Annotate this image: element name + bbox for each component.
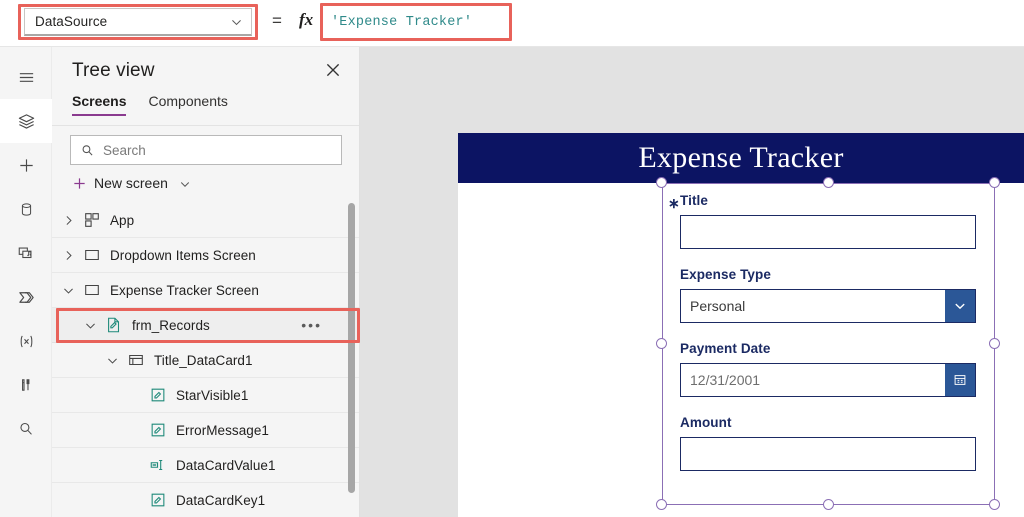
tree-item-label: DataCardValue1	[176, 457, 276, 473]
formula-text: 'Expense Tracker'	[331, 14, 473, 30]
powerapps-studio: DataSource = fx 'Expense Tracker' Tree v…	[0, 0, 1024, 517]
field-input-date[interactable]: 12/31/2001	[680, 363, 976, 397]
close-icon[interactable]	[324, 61, 342, 79]
label-icon	[149, 386, 167, 404]
tree-item-more-options-button[interactable]: •••	[301, 317, 322, 333]
plus-icon[interactable]	[0, 143, 52, 187]
form-field-amount: Amount	[680, 415, 976, 471]
chevron-down-icon[interactable]	[62, 284, 75, 297]
tree-view-tabs: Screens Components	[72, 93, 360, 125]
field-value: Personal	[690, 298, 746, 314]
search-placeholder: Search	[103, 142, 146, 158]
variables-icon[interactable]	[0, 319, 52, 363]
resize-handle-top-left[interactable]	[656, 177, 667, 188]
label-icon	[149, 491, 167, 509]
app-canvas: Expense Tracker Title ∗ Expense Type Person…	[360, 47, 1024, 517]
tree-item-starvisible1[interactable]: StarVisible1	[52, 378, 360, 413]
formula-input[interactable]: 'Expense Tracker'	[326, 9, 506, 35]
tree-view-panel: Tree view Screens Components Search New …	[52, 47, 360, 517]
tree-item-label: DataCardKey1	[176, 492, 266, 508]
field-label: Expense Type	[680, 267, 771, 282]
property-selector-value: DataSource	[35, 14, 108, 29]
chevron-down-icon[interactable]	[106, 354, 119, 367]
form-field-title: Title ∗	[668, 193, 976, 249]
panel-title: Tree view	[72, 60, 155, 81]
field-input-text[interactable]	[680, 215, 976, 249]
formula-bar-region: DataSource = fx 'Expense Tracker'	[0, 0, 1024, 47]
tree-item-label: ErrorMessage1	[176, 422, 269, 438]
tree-item-label: Title_DataCard1	[154, 352, 253, 368]
app-header-title: Expense Tracker	[638, 141, 844, 174]
tree-item-label: StarVisible1	[176, 387, 249, 403]
field-label: Title ∗	[668, 193, 709, 211]
tab-screens[interactable]: Screens	[72, 93, 127, 116]
form-field-expense-type: Expense Type Personal	[680, 267, 976, 323]
tree-item-frm-records[interactable]: frm_Records •••	[52, 308, 360, 343]
edit-form-frm-records[interactable]: Title ∗ Expense Type Personal Payment Date 12…	[656, 177, 1000, 513]
tree-item-title-datacard1[interactable]: Title_DataCard1	[52, 343, 360, 378]
resize-handle-top-right[interactable]	[989, 177, 1000, 188]
tree-item-app[interactable]: App	[52, 203, 360, 238]
field-input-text[interactable]	[680, 437, 976, 471]
fx-icon: fx	[299, 10, 314, 29]
layers-icon[interactable]	[0, 99, 52, 143]
tree-item-label: App	[110, 212, 135, 228]
tree-item-label: Expense Tracker Screen	[110, 282, 259, 298]
textinput-icon	[149, 456, 167, 474]
resize-handle-middle-right[interactable]	[989, 338, 1000, 349]
tree-view-header: Tree view	[52, 47, 360, 93]
search-input[interactable]: Search	[70, 135, 342, 165]
tree-item-errormessage1[interactable]: ErrorMessage1	[52, 413, 360, 448]
tree-item-expense-tracker-screen[interactable]: Expense Tracker Screen	[52, 273, 360, 308]
search-icon	[80, 143, 95, 158]
left-icon-rail	[0, 47, 52, 517]
new-screen-label: New screen	[94, 175, 168, 191]
app-icon	[83, 211, 101, 229]
dropdown-chevron-icon[interactable]	[945, 290, 975, 322]
hamburger-menu-icon[interactable]	[0, 55, 52, 99]
app-screen[interactable]: Expense Tracker Title ∗ Expense Type Person…	[458, 133, 1024, 517]
screen-icon	[83, 281, 101, 299]
resize-handle-middle-left[interactable]	[656, 338, 667, 349]
tree-item-datacardkey1[interactable]: DataCardKey1	[52, 483, 360, 517]
resize-handle-bottom-left[interactable]	[656, 499, 667, 510]
power-automate-icon[interactable]	[0, 275, 52, 319]
chevron-down-icon	[230, 15, 243, 28]
resize-handle-bottom-center[interactable]	[823, 499, 834, 510]
equals-sign: =	[272, 11, 282, 30]
datacard-icon	[127, 351, 145, 369]
plus-icon	[72, 176, 87, 191]
app-header-bar: Expense Tracker	[458, 133, 1024, 183]
resize-handle-bottom-right[interactable]	[989, 499, 1000, 510]
required-asterisk-icon: ∗	[668, 195, 680, 211]
field-label: Amount	[680, 415, 732, 430]
tree-view-scrollbar[interactable]	[348, 203, 355, 493]
tools-icon[interactable]	[0, 363, 52, 407]
new-screen-button[interactable]: New screen	[72, 175, 191, 191]
tree-item-dropdown-items-screen[interactable]: Dropdown Items Screen	[52, 238, 360, 273]
resize-handle-top-center[interactable]	[823, 177, 834, 188]
chevron-right-icon[interactable]	[62, 214, 75, 227]
chevron-down-icon[interactable]	[179, 177, 191, 189]
label-icon	[149, 421, 167, 439]
calendar-icon[interactable]	[945, 364, 975, 396]
chevron-down-icon[interactable]	[84, 319, 97, 332]
form-icon	[105, 316, 123, 334]
tree-item-datacardvalue1[interactable]: DataCardValue1	[52, 448, 360, 483]
tree-item-label: Dropdown Items Screen	[110, 247, 256, 263]
field-value: 12/31/2001	[690, 372, 761, 388]
field-label: Payment Date	[680, 341, 771, 356]
chevron-right-icon[interactable]	[62, 249, 75, 262]
screen-icon	[83, 246, 101, 264]
form-field-payment-date: Payment Date 12/31/2001	[680, 341, 976, 397]
property-selector[interactable]: DataSource	[24, 8, 252, 36]
tab-components[interactable]: Components	[148, 93, 227, 116]
tabs-divider	[52, 125, 360, 126]
media-icon[interactable]	[0, 231, 52, 275]
tree-item-list: App Dropdown Items Screen Expense Tracker …	[52, 203, 360, 517]
database-icon[interactable]	[0, 187, 52, 231]
tree-item-label: frm_Records	[132, 317, 210, 333]
field-input-dropdown[interactable]: Personal	[680, 289, 976, 323]
search-icon[interactable]	[0, 407, 52, 451]
